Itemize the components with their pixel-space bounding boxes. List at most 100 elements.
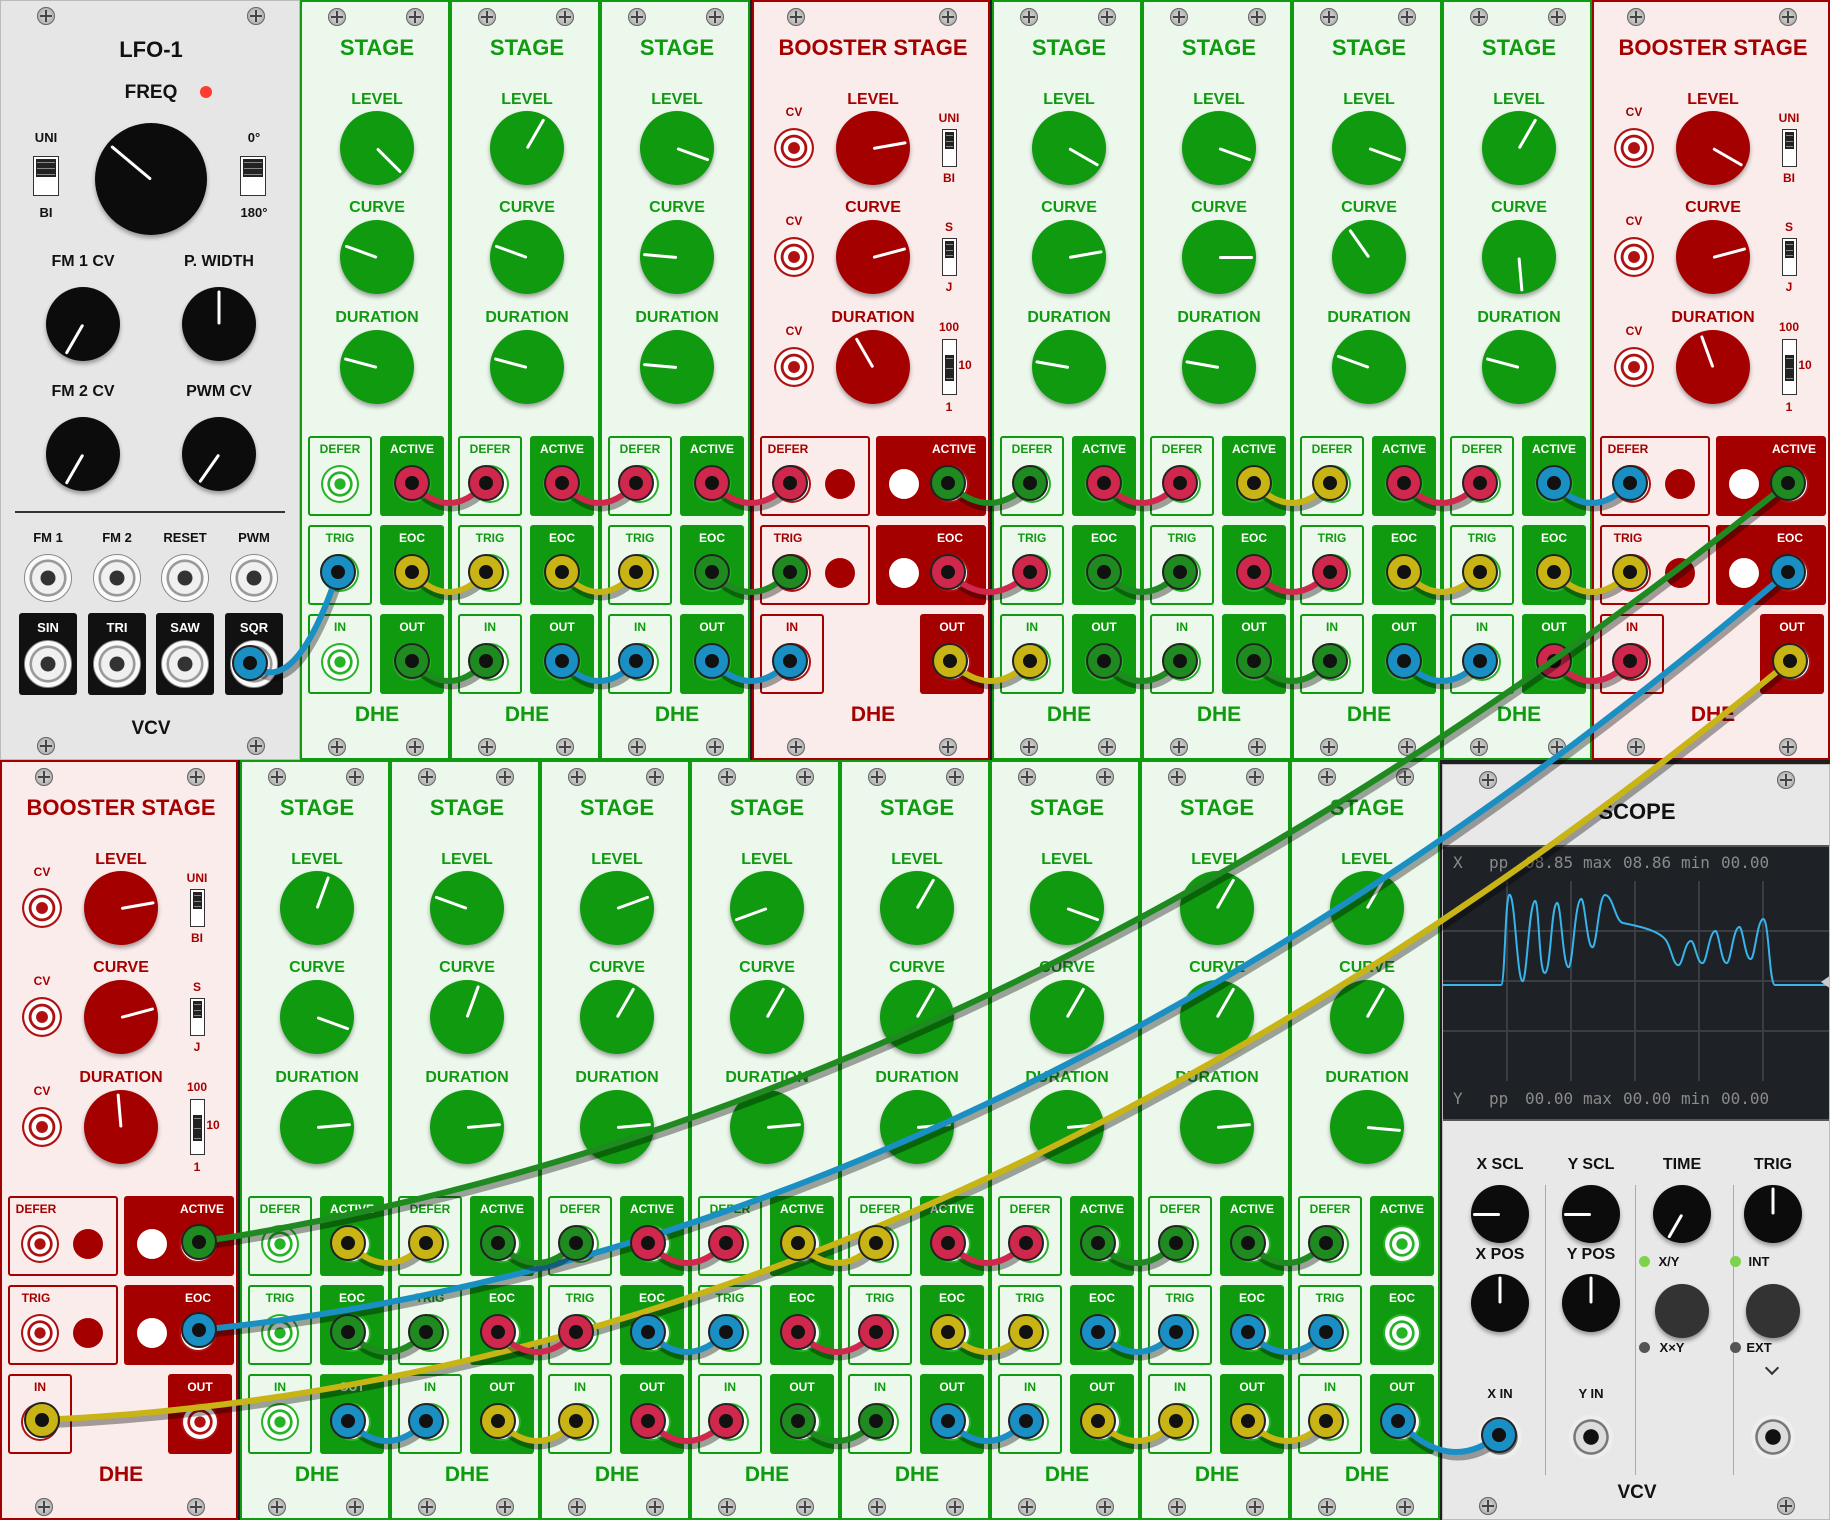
booster-switch[interactable]	[1782, 238, 1797, 276]
level-knob[interactable]	[730, 871, 804, 945]
y-scale-knob[interactable]	[1562, 1185, 1620, 1243]
booster-jack[interactable]	[21, 1225, 59, 1263]
screw-icon	[946, 768, 964, 786]
lfo-input-jack[interactable]	[161, 554, 209, 602]
booster-knob[interactable]	[84, 871, 158, 945]
duration-knob[interactable]	[1332, 330, 1406, 404]
level-knob[interactable]	[1182, 111, 1256, 185]
y-in-jack[interactable]	[1569, 1415, 1613, 1459]
cv-jack[interactable]	[774, 347, 814, 387]
fm2-cv-knob[interactable]	[46, 417, 120, 491]
ext-trig-jack[interactable]	[1751, 1415, 1795, 1459]
stage-jack[interactable]	[1383, 1225, 1421, 1263]
curve-knob[interactable]	[1482, 220, 1556, 294]
level-knob[interactable]	[430, 871, 504, 945]
level-knob[interactable]	[1482, 111, 1556, 185]
booster-knob[interactable]	[836, 220, 910, 294]
cv-jack[interactable]	[1614, 347, 1654, 387]
curve-knob[interactable]	[1332, 220, 1406, 294]
cv-jack[interactable]	[22, 888, 62, 928]
level-knob[interactable]	[280, 871, 354, 945]
freq-knob[interactable]	[95, 123, 207, 235]
curve-knob[interactable]	[580, 980, 654, 1054]
divider	[15, 511, 285, 513]
level-knob[interactable]	[640, 111, 714, 185]
pwm-cv-knob[interactable]	[182, 417, 256, 491]
level-knob[interactable]	[1332, 111, 1406, 185]
duration-knob[interactable]	[1182, 330, 1256, 404]
curve-knob[interactable]	[280, 980, 354, 1054]
booster-knob[interactable]	[836, 330, 910, 404]
cv-jack[interactable]	[22, 1107, 62, 1147]
duration-knob[interactable]	[640, 330, 714, 404]
screw-icon	[1479, 771, 1497, 789]
duration-knob[interactable]	[490, 330, 564, 404]
level-knob[interactable]	[580, 871, 654, 945]
duration-knob[interactable]	[1032, 330, 1106, 404]
fm1-cv-knob[interactable]	[46, 287, 120, 361]
cv-jack[interactable]	[774, 128, 814, 168]
lfo-output-jack[interactable]	[161, 640, 209, 688]
lfo-output-jack[interactable]	[93, 640, 141, 688]
curve-knob[interactable]	[430, 980, 504, 1054]
y-pos-knob[interactable]	[1562, 1274, 1620, 1332]
booster-jack[interactable]	[21, 1314, 59, 1352]
lfo-input-jack[interactable]	[93, 554, 141, 602]
range-switch[interactable]	[1782, 339, 1797, 395]
trig-level-knob[interactable]	[1744, 1185, 1802, 1243]
duration-knob[interactable]	[430, 1090, 504, 1164]
duration-knob[interactable]	[1482, 330, 1556, 404]
booster-knob[interactable]	[1676, 330, 1750, 404]
trigger-source-button[interactable]	[1746, 1284, 1800, 1338]
booster-knob[interactable]	[836, 111, 910, 185]
trig-indicator	[73, 1318, 103, 1348]
curve-knob[interactable]	[730, 980, 804, 1054]
duration-knob[interactable]	[280, 1090, 354, 1164]
level-knob[interactable]	[1030, 871, 1104, 945]
level-knob[interactable]	[490, 111, 564, 185]
x-pos-knob[interactable]	[1471, 1274, 1529, 1332]
uni-bi-switch[interactable]	[33, 156, 59, 196]
trig-label: TRIG	[1753, 1156, 1793, 1173]
curve-knob[interactable]	[1182, 220, 1256, 294]
duration-knob[interactable]	[1330, 1090, 1404, 1164]
x-scale-knob[interactable]	[1471, 1185, 1529, 1243]
curve-knob[interactable]	[640, 220, 714, 294]
booster-knob[interactable]	[1676, 111, 1750, 185]
phase-switch[interactable]	[240, 156, 266, 196]
cv-jack[interactable]	[1614, 237, 1654, 277]
booster-knob[interactable]	[84, 1090, 158, 1164]
time-knob[interactable]	[1653, 1185, 1711, 1243]
trigger-marker-icon[interactable]	[1821, 975, 1829, 989]
curve-knob[interactable]	[1032, 220, 1106, 294]
booster-switch[interactable]	[942, 238, 957, 276]
booster-knob[interactable]	[84, 980, 158, 1054]
lfo-input-jack[interactable]	[24, 554, 72, 602]
pwidth-knob[interactable]	[182, 287, 256, 361]
cv-jack[interactable]	[1614, 128, 1654, 168]
booster-switch[interactable]	[190, 998, 205, 1036]
duration-knob[interactable]	[1180, 1090, 1254, 1164]
duration-knob[interactable]	[340, 330, 414, 404]
lfo-output-jack[interactable]	[24, 640, 72, 688]
booster-switch[interactable]	[942, 129, 957, 167]
range-switch[interactable]	[942, 339, 957, 395]
booster-switch[interactable]	[1782, 129, 1797, 167]
curve-knob[interactable]	[1030, 980, 1104, 1054]
xy-mode-button[interactable]	[1655, 1284, 1709, 1338]
level-knob[interactable]	[1032, 111, 1106, 185]
stage-jack[interactable]	[321, 643, 359, 681]
stage-jack[interactable]	[1383, 1314, 1421, 1352]
cv-jack[interactable]	[22, 997, 62, 1037]
curve-knob[interactable]	[490, 220, 564, 294]
stage-jack[interactable]	[261, 1403, 299, 1441]
curve-knob[interactable]	[340, 220, 414, 294]
cv-jack[interactable]	[774, 237, 814, 277]
lfo-input-jack[interactable]	[230, 554, 278, 602]
booster-switch[interactable]	[190, 889, 205, 927]
range-switch[interactable]	[190, 1099, 205, 1155]
stage-jack[interactable]	[321, 465, 359, 503]
booster-knob[interactable]	[1676, 220, 1750, 294]
level-knob[interactable]	[880, 871, 954, 945]
level-knob[interactable]	[340, 111, 414, 185]
